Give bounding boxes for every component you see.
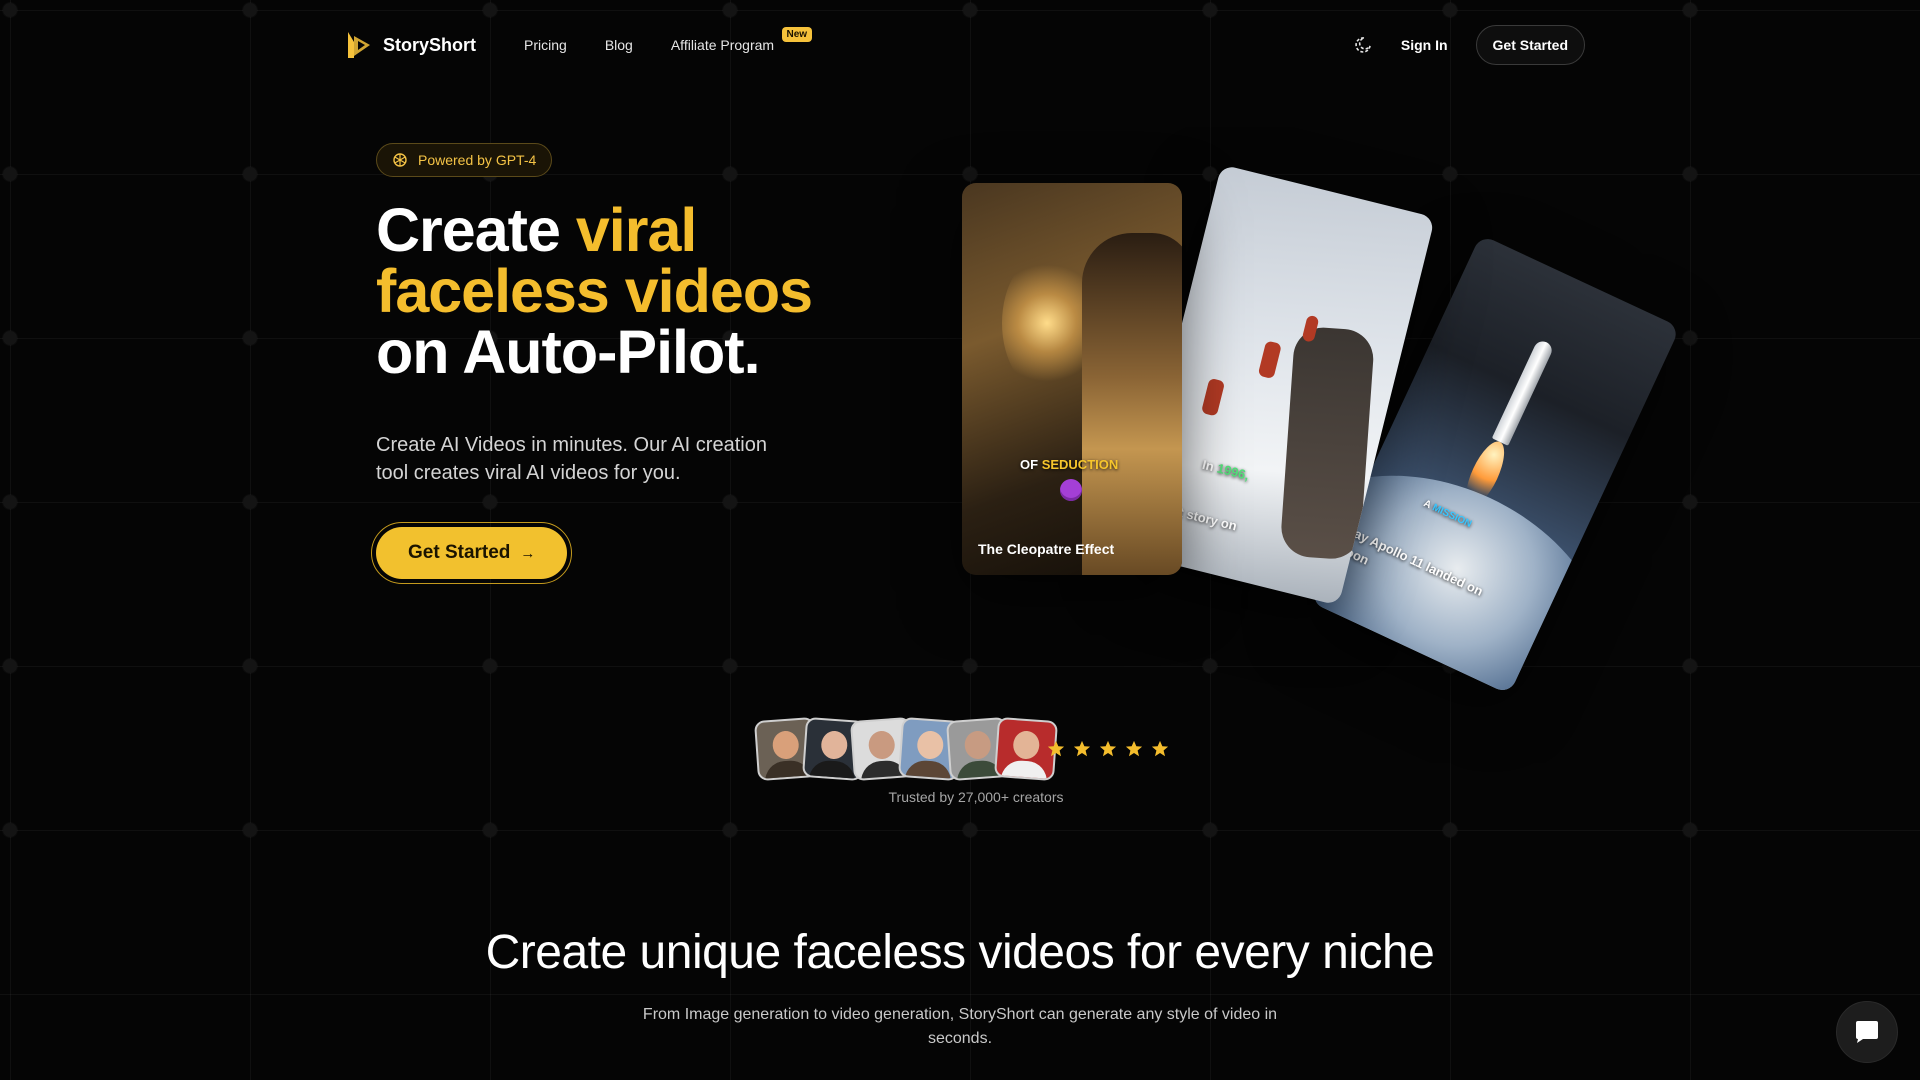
grid-dot [963,3,977,17]
trusted-by-text: Trusted by 27,000+ creators [888,789,1064,805]
brand-name: StoryShort [383,34,477,55]
climber-image [1257,340,1282,380]
theme-toggle-icon[interactable] [1353,35,1373,55]
video-card-cleopatra[interactable]: OF SEDUCTION The Cleopatre Effect [962,183,1182,575]
hero-get-started-button[interactable]: Get Started → [376,527,568,579]
star-icon [1073,740,1091,757]
grid-dot [723,167,737,181]
rocket-image [1491,338,1555,446]
section-subtitle: From Image generation to video generatio… [642,1006,1278,1047]
lamp-glow-image [1002,253,1092,393]
hero-title-accent-2: faceless videos [376,257,813,325]
sign-in-link[interactable]: Sign In [1401,37,1448,53]
grid-dot [1683,659,1697,673]
grid-dot [723,3,737,17]
card2-caption-highlight: 1996, [1215,460,1251,483]
card1-caption: OF SEDUCTION [1020,457,1118,472]
grid-dot [1203,167,1217,181]
grid-dot [723,823,737,837]
grid-dot [3,167,17,181]
chat-widget-button[interactable] [1836,1001,1898,1063]
grid-dot [243,167,257,181]
grid-dot [483,3,497,17]
grid-dot [483,659,497,673]
grid-dot [1443,3,1457,17]
grid-dot [243,331,257,345]
top-nav: StoryShort Pricing Blog Affiliate Progra… [345,25,1585,65]
grid-dot [963,167,977,181]
nav-links: Pricing Blog Affiliate Program New [524,27,813,53]
grid-dot [1203,823,1217,837]
grid-dot [3,659,17,673]
nav-link-blog[interactable]: Blog [605,37,633,53]
card1-title: The Cleopatre Effect [978,541,1115,557]
card1-caption-prefix: OF [1020,457,1039,472]
grid-dot [3,331,17,345]
grid-dot [1443,167,1457,181]
grid-dot [723,659,737,673]
grid-dot [1683,823,1697,837]
grid-dot [243,495,257,509]
grid-dot [3,823,17,837]
powered-by-label: Powered by GPT-4 [418,152,537,168]
grid-dot [1683,495,1697,509]
powered-by-badge: Powered by GPT-4 [376,143,553,177]
storyshort-logo-icon [348,32,370,58]
nav-actions: Sign In Get Started [1353,25,1585,65]
grid-dot [963,823,977,837]
grid-dot [963,659,977,673]
star-icon [1099,740,1117,757]
grid-dot [243,659,257,673]
star-icon [1125,740,1143,757]
hero-title-line-3: on Auto-Pilot. [376,318,761,386]
rating-stars [1047,740,1169,758]
nav-item-affiliate: Affiliate Program New [671,27,813,53]
hero-title: Create viral faceless videos on Auto-Pil… [376,200,813,386]
chat-icon [1856,1021,1878,1043]
card1-caption-highlight: SEDUCTION [1041,457,1119,472]
background-grid [0,0,1920,1080]
grid-dot [723,495,737,509]
grid-dot [1683,167,1697,181]
grid-dot [483,495,497,509]
grid-dot [1683,3,1697,17]
grid-dot [3,495,17,509]
grid-dot [243,3,257,17]
devil-emoji-icon [1060,479,1082,501]
star-icon [1151,740,1169,757]
grid-dot [1203,659,1217,673]
grid-dot [3,3,17,17]
hero-title-accent-1: viral [575,196,697,264]
card2-caption: In 1996, [1201,457,1251,483]
card2-caption-prefix: In [1200,456,1216,475]
star-icon [1047,740,1065,757]
grid-dot [1203,3,1217,17]
new-badge: New [781,27,813,42]
nav-link-pricing[interactable]: Pricing [524,37,567,53]
nav-get-started-button[interactable]: Get Started [1475,25,1585,65]
hero-title-plain: Create [376,196,576,264]
cleopatra-figure-image [1082,233,1182,575]
nav-link-affiliate-program[interactable]: Affiliate Program [671,37,774,53]
grid-dot [483,823,497,837]
hero-cta-label: Get Started [408,542,511,563]
grid-dot [243,823,257,837]
hero-cta-ring: Get Started → [371,522,573,584]
climber-image [1200,377,1226,417]
grid-dot [1443,823,1457,837]
hero-subtitle: Create AI Videos in minutes. Our AI crea… [376,434,767,484]
section-title: Create unique faceless videos for every … [485,926,1435,979]
grid-dot [1683,331,1697,345]
logo[interactable]: StoryShort [345,30,476,60]
openai-icon [393,153,407,167]
arrow-right-icon: → [520,544,536,562]
creator-avatars [753,716,1059,782]
